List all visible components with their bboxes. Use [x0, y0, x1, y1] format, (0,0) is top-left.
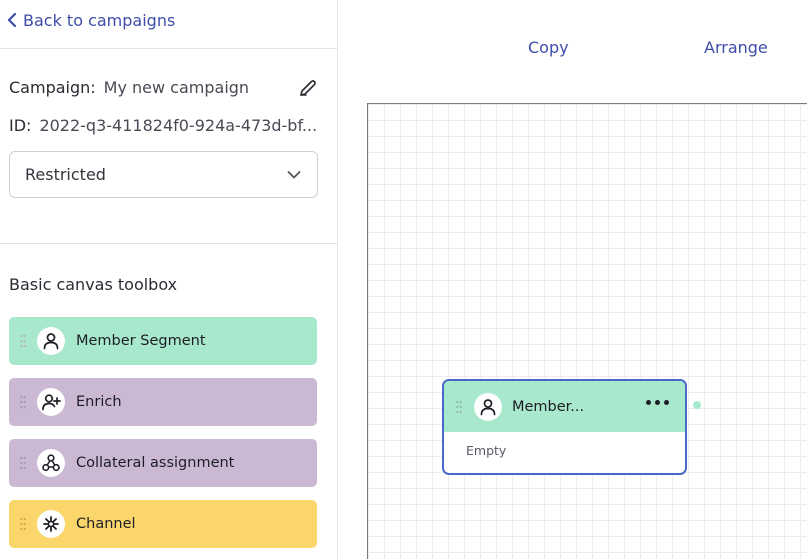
- divider: [0, 243, 338, 244]
- campaign-name: My new campaign: [103, 78, 250, 97]
- person-icon: [474, 392, 502, 421]
- tool-collateral-assignment[interactable]: Collateral assignment: [9, 439, 317, 487]
- campaign-label: Campaign:: [9, 78, 96, 97]
- drag-handle-icon[interactable]: [444, 400, 474, 414]
- chevron-down-icon: [287, 171, 301, 179]
- campaign-name-row: Campaign: My new campaign: [9, 78, 249, 97]
- tool-label: Enrich: [76, 394, 122, 410]
- tool-member-segment[interactable]: Member Segment: [9, 317, 317, 365]
- drag-handle-icon[interactable]: [9, 456, 37, 470]
- drag-handle-icon[interactable]: [9, 395, 37, 409]
- id-label: ID:: [9, 116, 32, 135]
- visibility-value: Restricted: [25, 165, 106, 184]
- copy-button[interactable]: Copy: [528, 38, 569, 57]
- tool-channel[interactable]: Channel: [9, 500, 317, 548]
- sidebar: Back to campaigns Campaign: My new campa…: [0, 0, 338, 559]
- node-header[interactable]: Member...: [444, 381, 685, 432]
- canvas-node-member-segment[interactable]: Member... Empty: [442, 379, 687, 475]
- pencil-icon: [300, 80, 316, 96]
- drag-handle-icon[interactable]: [9, 334, 37, 348]
- tool-enrich[interactable]: Enrich: [9, 378, 317, 426]
- person-plus-icon: [37, 388, 65, 416]
- arrange-button[interactable]: Arrange: [704, 38, 768, 57]
- edit-campaign-name-button[interactable]: [298, 78, 318, 98]
- node-output-port[interactable]: [693, 401, 701, 409]
- nodes-icon: [37, 449, 65, 477]
- campaign-editor: Back to campaigns Campaign: My new campa…: [0, 0, 807, 559]
- drag-handle-icon[interactable]: [9, 517, 37, 531]
- tool-label: Channel: [76, 516, 136, 532]
- back-to-campaigns-link[interactable]: Back to campaigns: [7, 9, 175, 31]
- tool-label: Collateral assignment: [76, 455, 235, 471]
- visibility-select[interactable]: Restricted: [9, 151, 318, 198]
- chevron-left-icon: [7, 13, 17, 27]
- tool-label: Member Segment: [76, 333, 206, 349]
- person-icon: [37, 327, 65, 355]
- toolbox-title: Basic canvas toolbox: [9, 275, 178, 294]
- campaign-id-row: ID: 2022-q3-411824f0-924a-473d-bf...: [9, 116, 317, 135]
- divider: [0, 48, 338, 49]
- node-title: Member...: [512, 398, 585, 415]
- campaign-id: 2022-q3-411824f0-924a-473d-bf...: [39, 116, 318, 135]
- flow-canvas[interactable]: [367, 103, 807, 559]
- asterisk-icon: [37, 510, 65, 538]
- more-options-icon[interactable]: [646, 400, 669, 405]
- node-body: Empty: [466, 443, 507, 458]
- back-label: Back to campaigns: [23, 10, 176, 30]
